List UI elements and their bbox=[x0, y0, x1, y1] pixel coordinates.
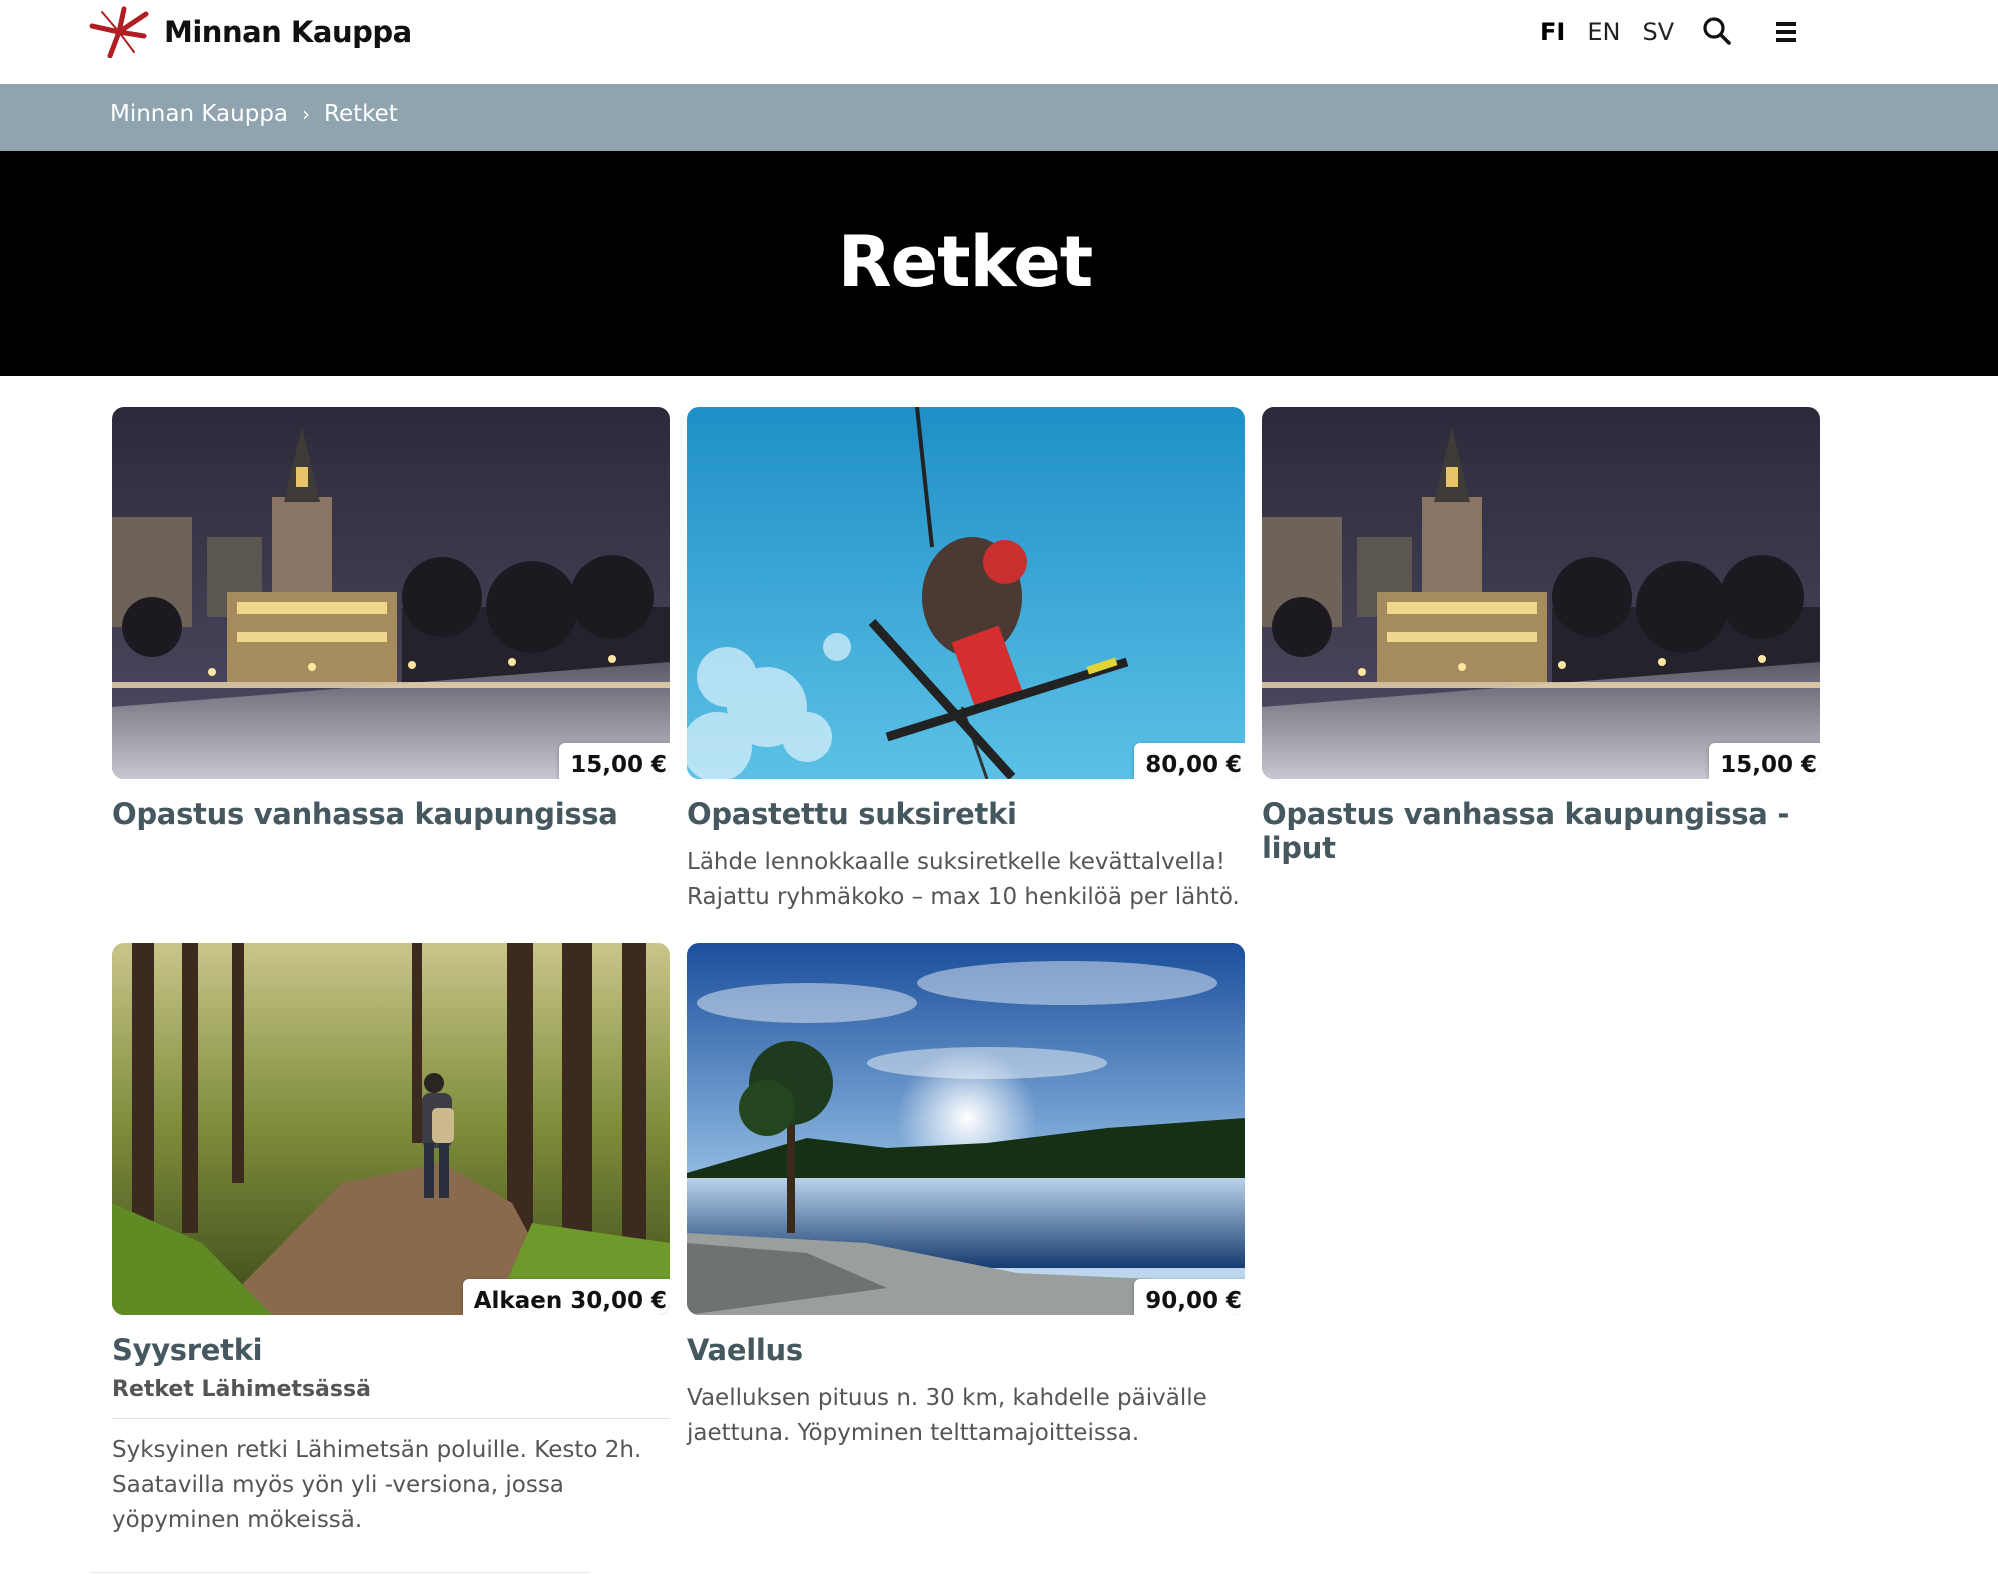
product-title-link[interactable]: Vaellus bbox=[687, 1333, 1245, 1367]
lake-landscape-image bbox=[687, 943, 1245, 1315]
product-description: Lähde lennokkaalle suksiretkelle kevätta… bbox=[687, 849, 1240, 910]
product-category: Retket Lähimetsässä bbox=[112, 1377, 670, 1419]
skier-image bbox=[687, 407, 1245, 779]
logo-link[interactable]: Minnan Kauppa bbox=[88, 6, 412, 58]
hamburger-menu-icon bbox=[1776, 22, 1796, 42]
page-title: Retket bbox=[837, 221, 1093, 303]
price-badge: 90,00 € bbox=[1134, 1279, 1245, 1315]
language-switcher: FI EN SV bbox=[1540, 18, 1674, 46]
product-description: Syksyinen retki Lähimetsän poluille. Kes… bbox=[112, 1437, 642, 1533]
breadcrumb-home-link[interactable]: Minnan Kauppa bbox=[110, 101, 288, 127]
logo-text: Minnan Kauppa bbox=[164, 15, 412, 49]
product-card: 15,00 € Opastus vanhassa kaupungissa bbox=[112, 407, 670, 831]
product-title-link[interactable]: Syysretki bbox=[112, 1333, 670, 1367]
chevron-right-icon: › bbox=[302, 102, 311, 126]
product-title-link[interactable]: Opastus vanhassa kaupungissa bbox=[112, 797, 670, 831]
product-image-forest[interactable]: Alkaen 30,00 € bbox=[112, 943, 670, 1315]
lang-en-link[interactable]: EN bbox=[1587, 18, 1620, 46]
logo-star-icon bbox=[89, 6, 149, 58]
product-card: 15,00 € Opastus vanhassa kaupungissa - l… bbox=[1262, 407, 1820, 865]
old-town-image bbox=[1262, 407, 1820, 779]
footer-divider bbox=[90, 1572, 590, 1573]
product-description: Vaelluksen pituus n. 30 km, kahdelle päi… bbox=[687, 1385, 1207, 1446]
price-badge: 80,00 € bbox=[1134, 743, 1245, 779]
product-card: 80,00 € Opastettu suksiretki Lähde lenno… bbox=[687, 407, 1245, 915]
product-title-link[interactable]: Opastus vanhassa kaupungissa - liput bbox=[1262, 797, 1820, 865]
breadcrumb-current-link[interactable]: Retket bbox=[324, 101, 398, 127]
product-image-skier[interactable]: 80,00 € bbox=[687, 407, 1245, 779]
product-image-lake[interactable]: 90,00 € bbox=[687, 943, 1245, 1315]
lang-sv-link[interactable]: SV bbox=[1642, 18, 1674, 46]
menu-button[interactable] bbox=[1772, 18, 1800, 46]
product-image-old-town[interactable]: 15,00 € bbox=[1262, 407, 1820, 779]
price-badge: 15,00 € bbox=[1709, 743, 1820, 779]
price-badge: 15,00 € bbox=[559, 743, 670, 779]
lang-fi-link[interactable]: FI bbox=[1540, 18, 1565, 46]
product-title-link[interactable]: Opastettu suksiretki bbox=[687, 797, 1245, 831]
old-town-image bbox=[112, 407, 670, 779]
hero-banner: Retket bbox=[0, 151, 1998, 376]
product-image-old-town[interactable]: 15,00 € bbox=[112, 407, 670, 779]
site-header: Minnan Kauppa FI EN SV bbox=[0, 0, 1998, 84]
forest-hiker-image bbox=[112, 943, 670, 1315]
breadcrumb: Minnan Kauppa › Retket bbox=[110, 101, 398, 127]
product-card: Alkaen 30,00 € Syysretki Retket Lähimets… bbox=[112, 943, 670, 1538]
breadcrumb-bar: Minnan Kauppa › Retket bbox=[0, 84, 1998, 151]
product-card: 90,00 € Vaellus Vaelluksen pituus n. 30 … bbox=[687, 943, 1245, 1451]
search-icon bbox=[1703, 17, 1731, 45]
search-button[interactable] bbox=[1702, 16, 1732, 46]
price-badge: Alkaen 30,00 € bbox=[462, 1279, 670, 1315]
